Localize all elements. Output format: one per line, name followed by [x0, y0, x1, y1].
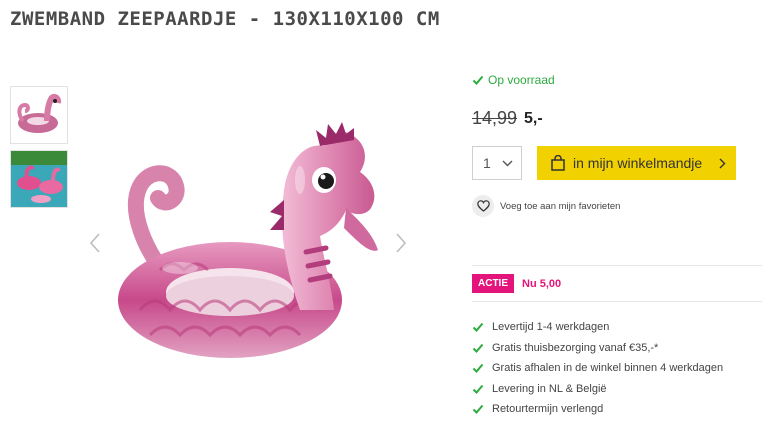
seahorse-thumbnail-image — [17, 93, 62, 133]
add-to-cart-button[interactable]: in mijn winkelmandje — [537, 146, 736, 180]
divider — [472, 265, 762, 266]
check-icon — [472, 384, 484, 394]
usp-text: Levertijd 1-4 werkdagen — [492, 321, 610, 334]
add-to-favorites-link[interactable]: Voeg toe aan mijn favorieten — [472, 195, 620, 217]
pool-photo-thumbnail-image — [11, 151, 67, 207]
check-icon — [472, 405, 484, 415]
promo-row: ACTIE Nu 5,00 — [472, 274, 561, 293]
usp-list: Levertijd 1-4 werkdagen Gratis thuisbezo… — [472, 317, 723, 420]
usp-item: Gratis thuisbezorging vanaf €35,-* — [472, 338, 723, 359]
stock-label: Op voorraad — [488, 73, 555, 87]
check-icon — [472, 323, 484, 333]
check-icon — [472, 343, 484, 353]
usp-item: Retourtermijn verlengd — [472, 399, 723, 420]
usp-text: Retourtermijn verlengd — [492, 403, 604, 416]
shopping-bag-icon — [551, 155, 565, 171]
promo-text: Nu 5,00 — [522, 277, 562, 290]
quantity-value: 1 — [483, 155, 491, 171]
next-image-arrow-icon[interactable] — [394, 232, 408, 254]
promo-badge: ACTIE — [472, 274, 514, 293]
thumbnail-pool-photo[interactable] — [10, 150, 68, 208]
product-title: ZWEMBAND ZEEPAARDJE - 130X110X100 CM — [10, 8, 440, 30]
favorite-button[interactable] — [472, 195, 494, 217]
favorite-label: Voeg toe aan mijn favorieten — [500, 200, 621, 212]
usp-text: Levering in NL & België — [492, 382, 607, 395]
check-icon — [472, 75, 484, 85]
usp-text: Gratis afhalen in de winkel binnen 4 wer… — [492, 362, 724, 375]
add-to-cart-label: in mijn winkelmandje — [573, 155, 703, 171]
chevron-down-icon — [502, 160, 513, 166]
divider — [472, 301, 762, 302]
usp-item: Levering in NL & België — [472, 379, 723, 400]
heart-icon — [476, 200, 490, 212]
old-price: 14,99 — [472, 108, 518, 128]
thumbnail-seahorse[interactable] — [10, 86, 68, 144]
previous-image-arrow-icon[interactable] — [88, 232, 102, 254]
chevron-right-icon — [719, 158, 726, 168]
usp-item: Levertijd 1-4 werkdagen — [472, 317, 723, 338]
check-icon — [472, 364, 484, 374]
stock-status: Op voorraad — [472, 73, 555, 87]
new-price: 5,- — [524, 110, 543, 127]
quantity-select[interactable]: 1 — [472, 146, 522, 180]
product-main-image — [118, 122, 378, 358]
usp-text: Gratis thuisbezorging vanaf €35,-* — [492, 341, 659, 354]
usp-item: Gratis afhalen in de winkel binnen 4 wer… — [472, 358, 723, 379]
